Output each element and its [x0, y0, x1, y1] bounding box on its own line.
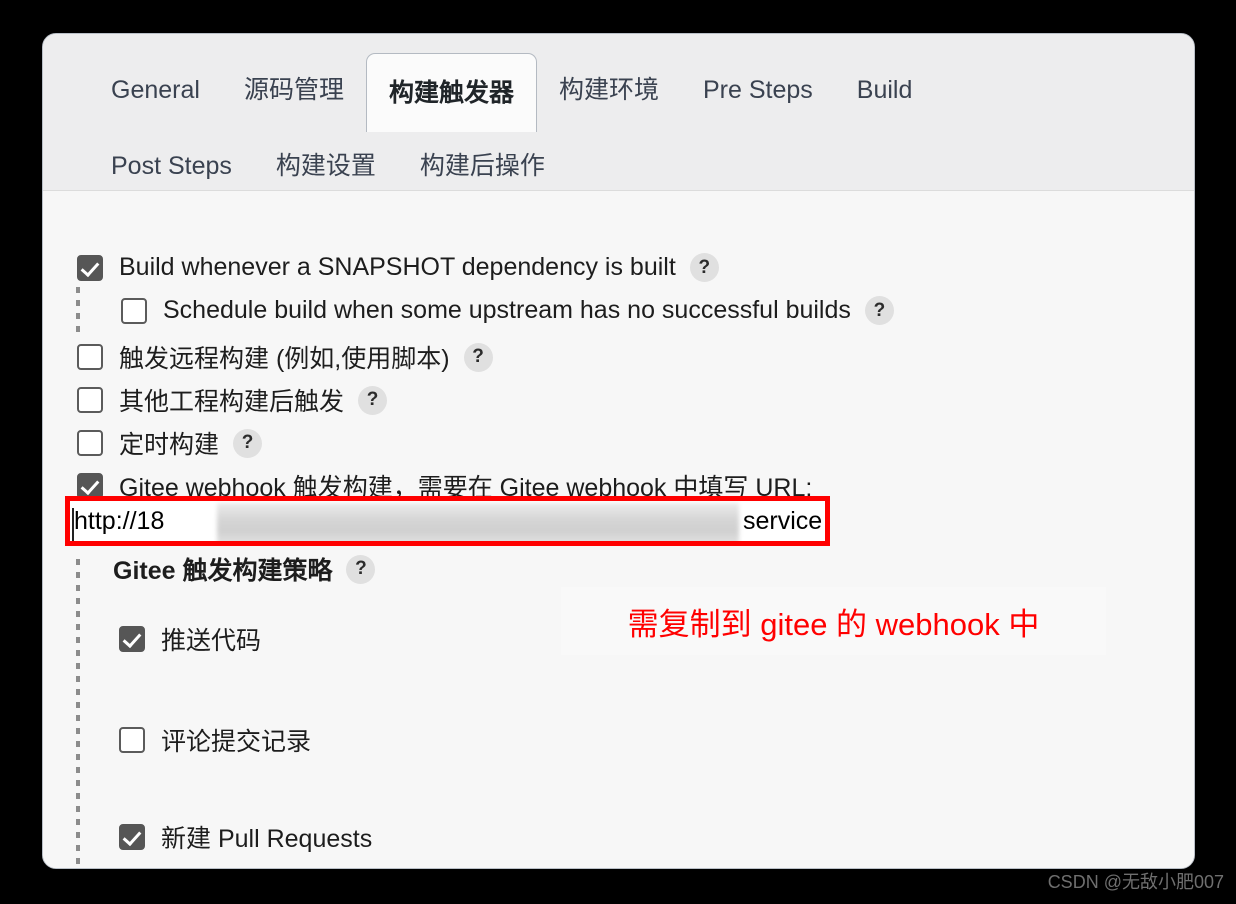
redacted-url-block	[217, 503, 739, 541]
annotation-text: 需复制到 gitee 的 webhook 中	[627, 606, 1040, 642]
tab-build[interactable]: Build	[835, 53, 935, 127]
tab-build-triggers[interactable]: 构建触发器	[365, 52, 537, 132]
strategy-row-new-pull-requests[interactable]: 新建 Pull Requests	[119, 819, 372, 855]
annotation-callout: 需复制到 gitee 的 webhook 中	[561, 587, 1106, 655]
tab-pre-steps[interactable]: Pre Steps	[681, 53, 835, 127]
indent-guide-lower	[76, 559, 80, 868]
tab-general[interactable]: General	[89, 53, 222, 127]
trigger-row-remote-build[interactable]: 触发远程构建 (例如,使用脚本) ?	[77, 339, 493, 375]
tab-row-secondary: Post Steps 构建设置 构建后操作	[89, 141, 567, 191]
label-after-other-projects: 其他工程构建后触发	[119, 388, 345, 416]
help-icon-remote-build[interactable]: ?	[463, 342, 493, 372]
strategy-row-push-code[interactable]: 推送代码	[119, 621, 261, 657]
gitee-strategy-heading: Gitee 触发构建策略 ?	[113, 551, 376, 587]
checkbox-snapshot-dependency[interactable]	[77, 254, 103, 281]
checkbox-schedule-upstream[interactable]	[121, 297, 147, 324]
label-new-pull-requests: 新建 Pull Requests	[161, 825, 373, 853]
gitee-webhook-url-suffix: service	[743, 506, 823, 535]
strategy-row-comment-commit[interactable]: 评论提交记录	[119, 722, 311, 758]
help-icon-gitee-strategy[interactable]: ?	[346, 554, 376, 584]
gitee-webhook-url-input[interactable]: http://18 service	[65, 496, 830, 546]
label-comment-commit: 评论提交记录	[161, 728, 312, 756]
help-icon-scheduled-build[interactable]: ?	[233, 428, 263, 458]
label-snapshot-dependency: Build whenever a SNAPSHOT dependency is …	[119, 253, 676, 281]
tab-bar: General 源码管理 构建触发器 构建环境 Pre Steps Build …	[43, 34, 1194, 191]
label-schedule-upstream: Schedule build when some upstream has no…	[163, 296, 851, 324]
trigger-row-schedule-upstream[interactable]: Schedule build when some upstream has no…	[121, 296, 894, 325]
tab-build-environment[interactable]: 构建环境	[537, 53, 681, 127]
trigger-row-scheduled-build[interactable]: 定时构建 ?	[77, 425, 263, 461]
text-caret	[72, 508, 74, 541]
checkbox-scheduled-build[interactable]	[77, 430, 103, 456]
gitee-webhook-url-prefix: http://18	[74, 506, 165, 535]
checkbox-after-other-projects[interactable]	[77, 387, 103, 413]
trigger-row-snapshot[interactable]: Build whenever a SNAPSHOT dependency is …	[77, 253, 719, 282]
tab-source-management[interactable]: 源码管理	[222, 53, 366, 127]
label-gitee-strategy: Gitee 触发构建策略	[113, 557, 333, 585]
csdn-watermark: CSDN @无敌小肥007	[1047, 872, 1224, 892]
label-remote-build: 触发远程构建 (例如,使用脚本)	[119, 345, 450, 373]
indent-guide-upper	[76, 287, 80, 337]
checkbox-remote-build[interactable]	[77, 344, 103, 370]
checkbox-new-pull-requests[interactable]	[119, 824, 145, 850]
help-icon-schedule-upstream[interactable]: ?	[864, 296, 894, 325]
build-triggers-content: Build whenever a SNAPSHOT dependency is …	[43, 191, 1194, 868]
trigger-row-after-other-projects[interactable]: 其他工程构建后触发 ?	[77, 382, 388, 418]
label-scheduled-build: 定时构建	[119, 431, 220, 459]
help-icon-snapshot-dependency[interactable]: ?	[689, 253, 719, 282]
help-icon-after-other-projects[interactable]: ?	[358, 385, 388, 415]
checkbox-push-code[interactable]	[119, 626, 145, 652]
tab-row-primary: General 源码管理 构建触发器 构建环境 Pre Steps Build	[89, 39, 934, 141]
checkbox-comment-commit[interactable]	[119, 727, 145, 753]
job-config-panel: General 源码管理 构建触发器 构建环境 Pre Steps Build …	[42, 33, 1195, 869]
label-push-code: 推送代码	[161, 627, 262, 655]
